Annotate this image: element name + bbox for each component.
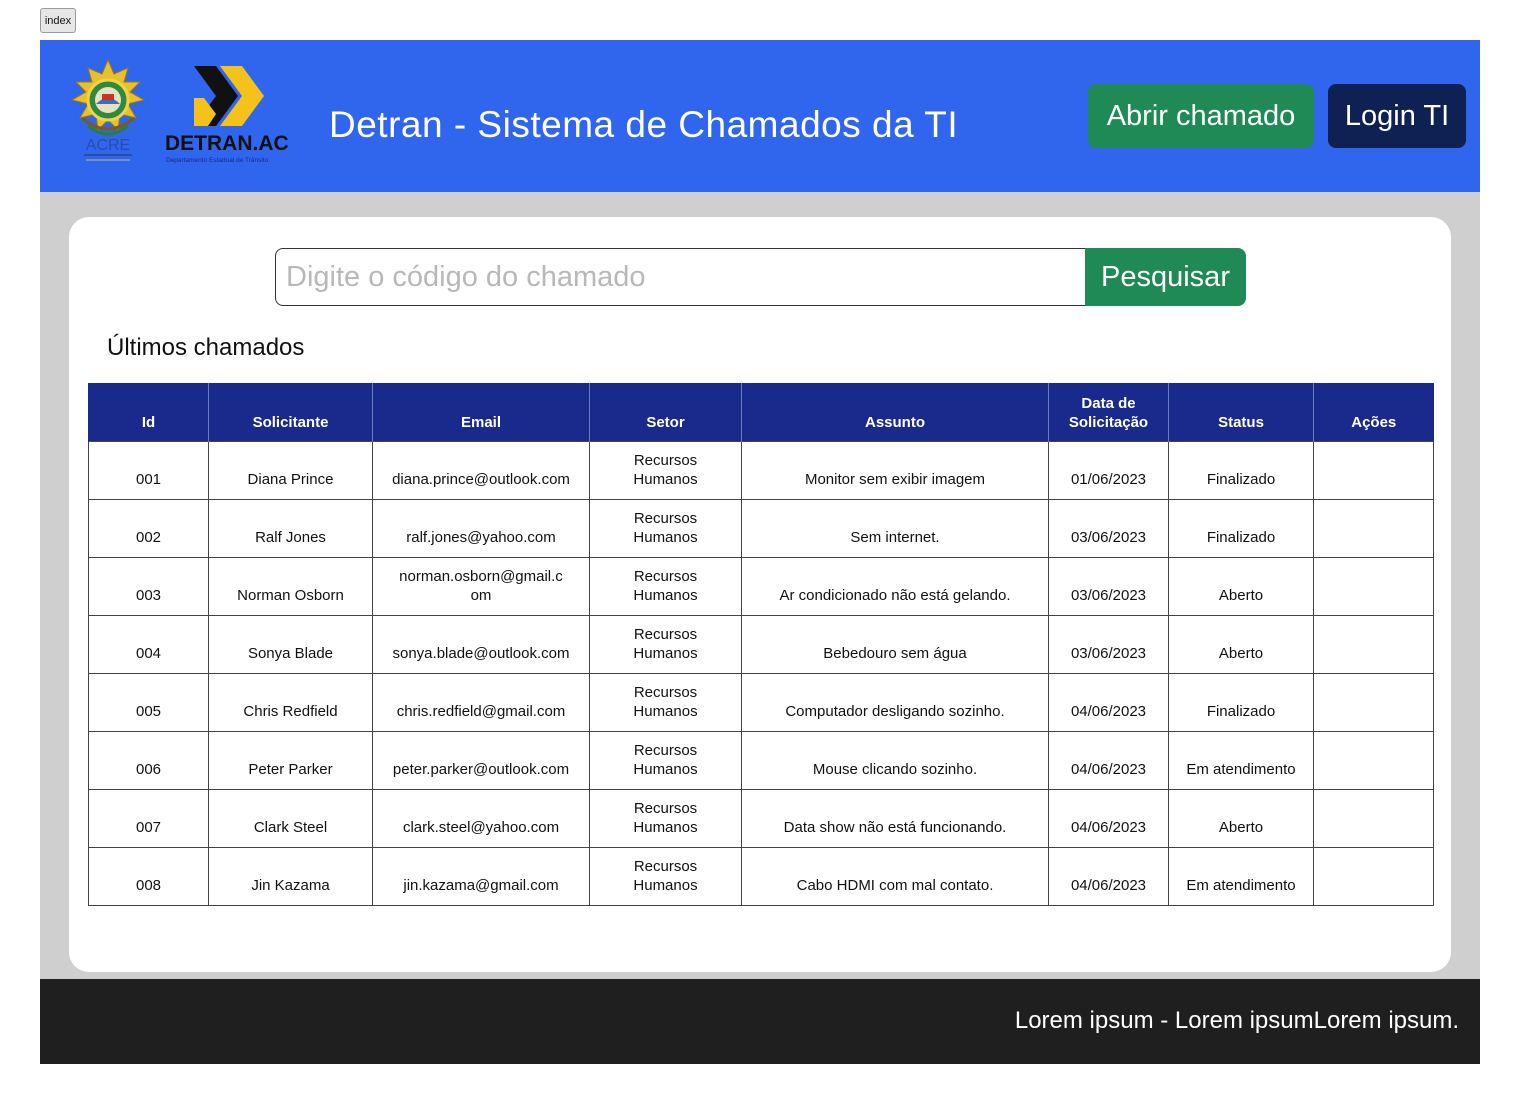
- cell-acoes[interactable]: [1313, 788, 1434, 848]
- column-header-data: Data de Solicitação: [1048, 383, 1169, 441]
- table-row[interactable]: 002 Ralf Jones ralf.jones@yahoo.com Recu…: [88, 498, 1434, 558]
- cell-acoes[interactable]: [1313, 614, 1434, 674]
- column-header-status: Status: [1168, 383, 1314, 441]
- column-header-id: Id: [88, 383, 209, 441]
- svg-text:ACRE: ACRE: [86, 137, 130, 154]
- cell-email: norman.osborn@gmail.com: [372, 556, 590, 616]
- cell-acoes[interactable]: [1313, 498, 1434, 558]
- cell-data: 03/06/2023: [1048, 614, 1169, 674]
- cell-status: Aberto: [1168, 556, 1314, 616]
- ticket-code-search-input[interactable]: [275, 248, 1087, 306]
- cell-acoes[interactable]: [1313, 556, 1434, 616]
- cell-setor: Recursos Humanos: [589, 556, 742, 616]
- section-title: Últimos chamados: [107, 334, 305, 361]
- cell-data: 03/06/2023: [1048, 498, 1169, 558]
- cell-status: Finalizado: [1168, 440, 1314, 500]
- cell-solicitante: Norman Osborn: [208, 556, 373, 616]
- cell-data: 03/06/2023: [1048, 556, 1169, 616]
- cell-assunto: Data show não está funcionando.: [741, 788, 1049, 848]
- table-row[interactable]: 005 Chris Redfield chris.redfield@gmail.…: [88, 672, 1434, 732]
- open-ticket-button[interactable]: Abrir chamado: [1088, 84, 1314, 148]
- page-tag: index: [40, 8, 76, 33]
- footer: Lorem ipsum - Lorem ipsumLorem ipsum.: [40, 979, 1480, 1064]
- cell-assunto: Monitor sem exibir imagem: [741, 440, 1049, 500]
- cell-assunto: Sem internet.: [741, 498, 1049, 558]
- cell-data: 04/06/2023: [1048, 730, 1169, 790]
- cell-id: 005: [88, 672, 209, 732]
- search-button[interactable]: Pesquisar: [1085, 248, 1246, 306]
- cell-id: 007: [88, 788, 209, 848]
- cell-solicitante: Clark Steel: [208, 788, 373, 848]
- cell-assunto: Mouse clicando sozinho.: [741, 730, 1049, 790]
- cell-id: 004: [88, 614, 209, 674]
- cell-setor: Recursos Humanos: [589, 614, 742, 674]
- cell-status: Finalizado: [1168, 498, 1314, 558]
- cell-email: sonya.blade@outlook.com: [372, 614, 590, 674]
- cell-id: 008: [88, 846, 209, 906]
- cell-setor: Recursos Humanos: [589, 440, 742, 500]
- cell-acoes[interactable]: [1313, 730, 1434, 790]
- cell-setor: Recursos Humanos: [589, 788, 742, 848]
- login-ti-button[interactable]: Login TI: [1328, 84, 1466, 148]
- footer-text: Lorem ipsum - Lorem ipsumLorem ipsum.: [1014, 1007, 1459, 1034]
- cell-id: 003: [88, 556, 209, 616]
- cell-solicitante: Peter Parker: [208, 730, 373, 790]
- table-row[interactable]: 001 Diana Prince diana.prince@outlook.co…: [88, 440, 1434, 500]
- cell-assunto: Computador desligando sozinho.: [741, 672, 1049, 732]
- column-header-solicitante: Solicitante: [208, 383, 373, 441]
- cell-acoes[interactable]: [1313, 846, 1434, 906]
- table-row[interactable]: 008 Jin Kazama jin.kazama@gmail.com Recu…: [88, 846, 1434, 906]
- cell-setor: Recursos Humanos: [589, 846, 742, 906]
- header: ACRE DETRAN.AC Departamento Estadual de …: [40, 40, 1480, 192]
- cell-data: 01/06/2023: [1048, 440, 1169, 500]
- column-header-setor: Setor: [589, 383, 742, 441]
- cell-email: jin.kazama@gmail.com: [372, 846, 590, 906]
- cell-email: clark.steel@yahoo.com: [372, 788, 590, 848]
- column-header-acoes: Ações: [1313, 383, 1434, 441]
- cell-data: 04/06/2023: [1048, 788, 1169, 848]
- cell-setor: Recursos Humanos: [589, 730, 742, 790]
- acre-coat-of-arms-logo: ACRE: [70, 58, 146, 161]
- main-card: Pesquisar Últimos chamados Id Solicitant…: [69, 217, 1451, 972]
- cell-id: 002: [88, 498, 209, 558]
- cell-assunto: Cabo HDMI com mal contato.: [741, 846, 1049, 906]
- cell-status: Em atendimento: [1168, 846, 1314, 906]
- cell-setor: Recursos Humanos: [589, 672, 742, 732]
- cell-solicitante: Diana Prince: [208, 440, 373, 500]
- detran-logo: DETRAN.AC Departamento Estadual de Trâns…: [165, 66, 289, 164]
- app-title: Detran - Sistema de Chamados da TI: [329, 104, 959, 145]
- cell-id: 001: [88, 440, 209, 500]
- svg-text:Departamento Estadual de Trâns: Departamento Estadual de Trânsito: [166, 157, 269, 164]
- cell-assunto: Bebedouro sem água: [741, 614, 1049, 674]
- table-header-row: Id Solicitante Email Setor Assunto Data …: [88, 383, 1434, 441]
- cell-data: 04/06/2023: [1048, 846, 1169, 906]
- cell-email: chris.redfield@gmail.com: [372, 672, 590, 732]
- cell-status: Aberto: [1168, 614, 1314, 674]
- svg-text:DETRAN.AC: DETRAN.AC: [165, 132, 289, 155]
- cell-status: Em atendimento: [1168, 730, 1314, 790]
- cell-solicitante: Ralf Jones: [208, 498, 373, 558]
- column-header-email: Email: [372, 383, 590, 441]
- cell-status: Finalizado: [1168, 672, 1314, 732]
- table-row[interactable]: 004 Sonya Blade sonya.blade@outlook.com …: [88, 614, 1434, 674]
- cell-setor: Recursos Humanos: [589, 498, 742, 558]
- cell-acoes[interactable]: [1313, 440, 1434, 500]
- table-row[interactable]: 006 Peter Parker peter.parker@outlook.co…: [88, 730, 1434, 790]
- cell-solicitante: Chris Redfield: [208, 672, 373, 732]
- cell-solicitante: Jin Kazama: [208, 846, 373, 906]
- cell-email: ralf.jones@yahoo.com: [372, 498, 590, 558]
- page-frame: ACRE DETRAN.AC Departamento Estadual de …: [40, 40, 1480, 1064]
- cell-acoes[interactable]: [1313, 672, 1434, 732]
- cell-assunto: Ar condicionado não está gelando.: [741, 556, 1049, 616]
- cell-email: diana.prince@outlook.com: [372, 440, 590, 500]
- table-row[interactable]: 003 Norman Osborn norman.osborn@gmail.co…: [88, 556, 1434, 616]
- tickets-table: Id Solicitante Email Setor Assunto Data …: [88, 383, 1434, 906]
- cell-data: 04/06/2023: [1048, 672, 1169, 732]
- cell-id: 006: [88, 730, 209, 790]
- cell-status: Aberto: [1168, 788, 1314, 848]
- cell-solicitante: Sonya Blade: [208, 614, 373, 674]
- column-header-assunto: Assunto: [741, 383, 1049, 441]
- table-row[interactable]: 007 Clark Steel clark.steel@yahoo.com Re…: [88, 788, 1434, 848]
- cell-email: peter.parker@outlook.com: [372, 730, 590, 790]
